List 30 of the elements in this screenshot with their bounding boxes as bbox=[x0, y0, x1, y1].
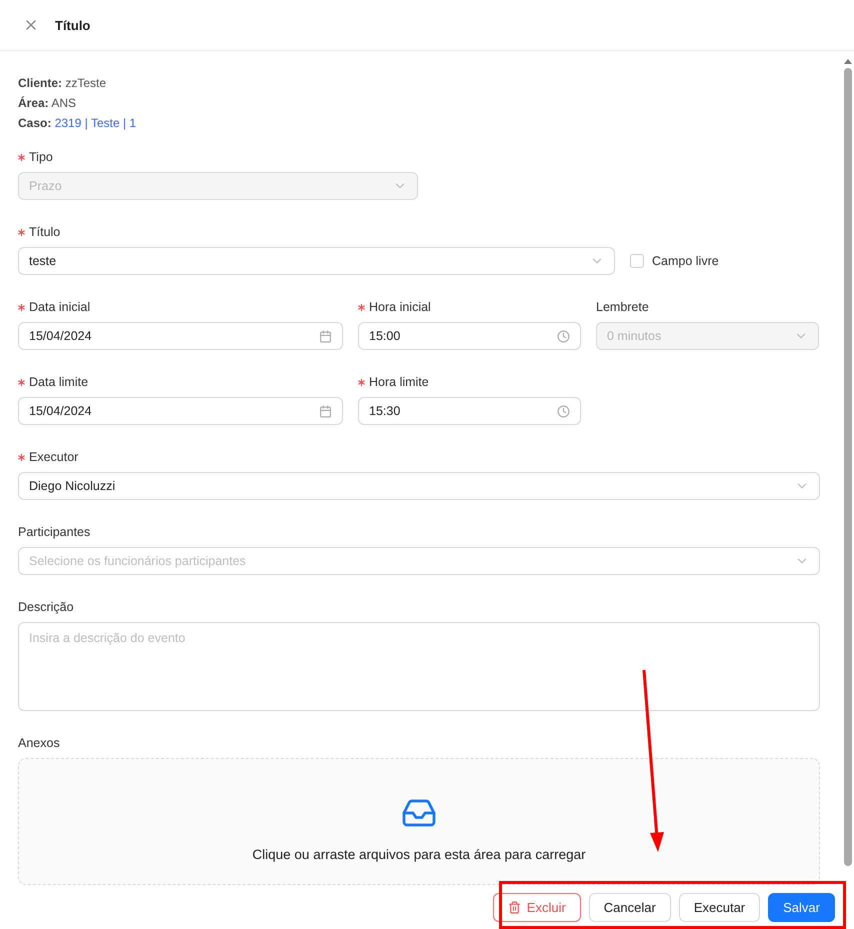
info-label: Caso: bbox=[18, 116, 52, 130]
field-label: Tipo bbox=[29, 150, 53, 164]
field-label: Hora inicial bbox=[369, 300, 431, 314]
action-button[interactable]: Salvar bbox=[768, 893, 835, 922]
field-label: Participantes bbox=[18, 525, 90, 539]
action-button[interactable]: Cancelar bbox=[588, 893, 671, 922]
info-label: Cliente: bbox=[18, 76, 62, 90]
field-label: Hora limite bbox=[369, 375, 429, 389]
upload-dropzone[interactable]: Clique ou arraste arquivos para esta área para carregar bbox=[18, 758, 820, 885]
date-field[interactable]: 15/04/2024 bbox=[18, 322, 343, 350]
field-label: Data limite bbox=[29, 375, 88, 389]
field-label: Título bbox=[29, 225, 60, 239]
select-field[interactable]: teste bbox=[18, 247, 615, 275]
time-field[interactable]: 15:30 bbox=[358, 397, 581, 425]
dropzone-text: Clique ou arraste arquivos para esta área para carregar bbox=[252, 847, 586, 862]
field-label: Executor bbox=[29, 450, 78, 464]
field-label: Anexos bbox=[18, 736, 60, 750]
info-value: ANS bbox=[51, 96, 76, 110]
info-label: Área: bbox=[18, 96, 49, 110]
checkbox-label: Campo livre bbox=[652, 254, 719, 268]
field-label: Descrição bbox=[18, 600, 74, 614]
case-link[interactable]: 2319 | Teste | 1 bbox=[54, 116, 136, 130]
time-field[interactable]: 15:00 bbox=[358, 322, 581, 350]
info-value: zzTeste bbox=[65, 76, 106, 90]
field-label: Data inicial bbox=[29, 300, 90, 314]
field-label: Lembrete bbox=[596, 300, 649, 314]
action-button[interactable]: Executar bbox=[678, 893, 760, 922]
select-field[interactable]: Diego Nicoluzzi bbox=[18, 472, 820, 500]
date-field[interactable]: 15/04/2024 bbox=[18, 397, 343, 425]
window-title: Título bbox=[55, 18, 90, 32]
